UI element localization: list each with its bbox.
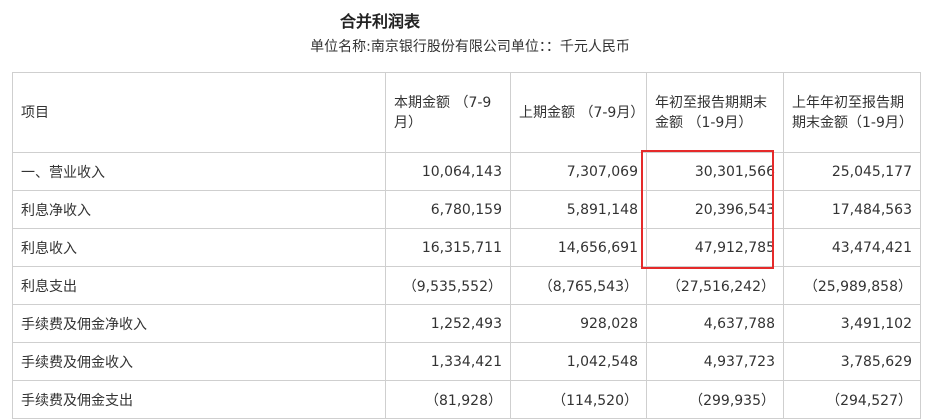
unit-line: 单位名称:南京银行股份有限公司单位：：千元人民币 bbox=[310, 39, 630, 55]
cell-value: 1,042,548 bbox=[510, 342, 647, 381]
table-row: 手续费及佣金净收入 1,252,493 928,028 4,637,788 3,… bbox=[12, 304, 921, 343]
cell-value: 6,780,159 bbox=[385, 190, 511, 229]
cell-value: 3,785,629 bbox=[783, 342, 921, 381]
cell-value: 17,484,563 bbox=[783, 190, 921, 229]
cell-value: 20,396,543 bbox=[646, 190, 784, 229]
cell-value: 4,937,723 bbox=[646, 342, 784, 381]
row-label: 利息净收入 bbox=[12, 190, 386, 229]
table-row: 手续费及佣金收入 1,334,421 1,042,548 4,937,723 3… bbox=[12, 342, 921, 381]
table-header-row: 项目 本期金额 （7-9月） 上期金额 （7-9月） 年初至报告期期末金额 （1… bbox=[12, 72, 921, 153]
row-label: 利息收入 bbox=[12, 228, 386, 267]
cell-value: （299,935） bbox=[646, 380, 784, 419]
cell-value: （25,989,858） bbox=[783, 266, 921, 305]
cell-value: 1,252,493 bbox=[385, 304, 511, 343]
row-label: 一、营业收入 bbox=[12, 152, 386, 191]
cell-value: （114,520） bbox=[510, 380, 647, 419]
cell-value: 30,301,566 bbox=[646, 152, 784, 191]
header-prior-period: 上期金额 （7-9月） bbox=[510, 72, 647, 153]
row-label: 手续费及佣金净收入 bbox=[12, 304, 386, 343]
table-row: 利息收入 16,315,711 14,656,691 47,912,785 43… bbox=[12, 228, 921, 267]
cell-value: 10,064,143 bbox=[385, 152, 511, 191]
header-ytd: 年初至报告期期末金额 （1-9月） bbox=[646, 72, 784, 153]
row-label: 手续费及佣金收入 bbox=[12, 342, 386, 381]
cell-value: 1,334,421 bbox=[385, 342, 511, 381]
cell-value: 3,491,102 bbox=[783, 304, 921, 343]
header-prior-ytd: 上年年初至报告期期末金额（1-9月） bbox=[783, 72, 921, 153]
cell-value: （81,928） bbox=[385, 380, 511, 419]
table-row: 利息支出 （9,535,552） （8,765,543） （27,516,242… bbox=[12, 266, 921, 305]
cell-value: （8,765,543） bbox=[510, 266, 647, 305]
cell-value: （294,527） bbox=[783, 380, 921, 419]
report-title: 合并利润表 bbox=[339, 12, 420, 31]
income-statement-table: 项目 本期金额 （7-9月） 上期金额 （7-9月） 年初至报告期期末金额 （1… bbox=[12, 72, 921, 419]
cell-value: 7,307,069 bbox=[510, 152, 647, 191]
row-label: 利息支出 bbox=[12, 266, 386, 305]
cell-value: 47,912,785 bbox=[646, 228, 784, 267]
cell-value: 4,637,788 bbox=[646, 304, 784, 343]
table-row: 手续费及佣金支出 （81,928） （114,520） （299,935） （2… bbox=[12, 380, 921, 419]
row-label: 手续费及佣金支出 bbox=[12, 380, 386, 419]
table-row: 一、营业收入 10,064,143 7,307,069 30,301,566 2… bbox=[12, 152, 921, 191]
cell-value: （9,535,552） bbox=[385, 266, 511, 305]
cell-value: 14,656,691 bbox=[510, 228, 647, 267]
cell-value: 16,315,711 bbox=[385, 228, 511, 267]
header-current-period: 本期金额 （7-9月） bbox=[385, 72, 511, 153]
cell-value: 25,045,177 bbox=[783, 152, 921, 191]
cell-value: 5,891,148 bbox=[510, 190, 647, 229]
cell-value: 43,474,421 bbox=[783, 228, 921, 267]
table-row: 利息净收入 6,780,159 5,891,148 20,396,543 17,… bbox=[12, 190, 921, 229]
header-item: 项目 bbox=[12, 72, 386, 153]
cell-value: （27,516,242） bbox=[646, 266, 784, 305]
cell-value: 928,028 bbox=[510, 304, 647, 343]
